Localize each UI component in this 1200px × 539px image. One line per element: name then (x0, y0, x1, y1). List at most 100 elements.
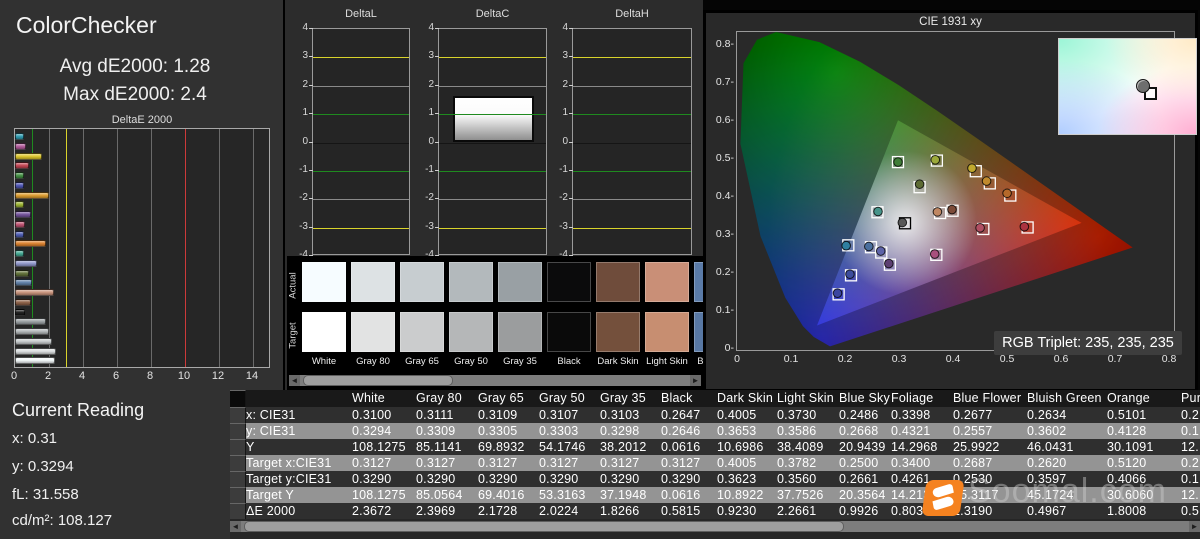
cell-foliage: 14.2131 (891, 488, 938, 502)
swatch-label: Gray 65 (405, 356, 439, 367)
cell-light-skin: 0.3586 (777, 424, 817, 438)
cell-dark-skin: 0.4005 (717, 456, 757, 470)
cell-orange: 0.4128 (1107, 424, 1147, 438)
y-tick-label: 4 (302, 22, 308, 33)
y-tick-mark (435, 84, 439, 86)
y-tick-mark (435, 113, 439, 115)
plot-deltaC (438, 28, 547, 255)
column-header-white: White (352, 391, 385, 405)
swatch-row-label-actual: Actual (287, 272, 299, 299)
cell-black: 0.0616 (661, 488, 701, 502)
column-header-light-skin: Light Skin (777, 391, 834, 405)
row-gutter[interactable] (230, 455, 246, 471)
reading-y: y: 0.3294 (12, 458, 74, 475)
cell-bluish-green: 45.1724 (1027, 488, 1074, 502)
gridline (117, 129, 118, 367)
reference-line (66, 129, 67, 367)
table-scroll-thumb[interactable] (244, 521, 844, 532)
cie-measured-purple (884, 258, 894, 269)
gridline (83, 129, 84, 367)
reference-line (573, 170, 691, 172)
swatch-target-gray-65 (400, 312, 444, 352)
y-tick-mark (309, 56, 313, 58)
current-reading-panel: Current Reading x: 0.31 y: 0.3294 fL: 31… (0, 390, 230, 539)
row-label: Target x:CIE31 (246, 456, 332, 470)
x-tick-label: 0 (10, 370, 18, 382)
cell-bluish-green: 46.0431 (1027, 440, 1074, 454)
table-header-row: White Gray 80 Gray 65 Gray 50 Gray 35 Black Da… (230, 390, 1200, 407)
scroll-right-icon[interactable]: ► (690, 375, 701, 386)
y-tick-mark (309, 28, 313, 29)
deltae-bar-white (15, 357, 56, 365)
cell-orange: 1.8008 (1107, 504, 1147, 518)
row-gutter[interactable] (230, 471, 246, 487)
scroll-left-icon[interactable]: ◄ (289, 375, 300, 386)
cie-measured-purplish-blue (832, 288, 843, 299)
cell-foliage: 0.8037 (891, 504, 931, 518)
y-tick-mark (569, 84, 573, 86)
column-header-dark-skin: Dark Skin (717, 391, 773, 405)
cell-foliage: 0.3398 (891, 408, 931, 422)
cie-y-tick-label: 0.3- (715, 228, 734, 241)
row-gutter[interactable] (230, 423, 246, 439)
x-tick-label: 4 (78, 370, 86, 382)
cie-measured-yellow (967, 163, 977, 173)
swatch-actual-black (547, 262, 591, 302)
reference-line (185, 129, 186, 367)
chart-title-deltaH: DeltaH (615, 8, 649, 20)
current-reading-title: Current Reading (12, 400, 145, 420)
column-header-foliage: Foliage (891, 391, 934, 405)
cell-dark-skin: 10.8922 (717, 488, 764, 502)
y-tick-mark (569, 56, 573, 58)
y-tick-label: 1 (428, 107, 434, 119)
deltac-white-bar (452, 95, 535, 143)
swatch-scrollbar[interactable]: ◄ ► (289, 375, 701, 386)
cie-y-tick-label: 0.2- (715, 266, 734, 279)
cell-blue-flower: 0.2530 (953, 472, 993, 486)
table-row: Target Y 108.1275 85.0564 69.4016 53.3163 37.… (230, 487, 1200, 503)
deltae2000-chart-title: DeltaE 2000 (111, 114, 173, 126)
scroll-right-icon[interactable]: ► (1189, 521, 1200, 532)
row-label: x: CIE31 (246, 408, 296, 422)
cell-black: 0.3290 (661, 472, 701, 486)
reference-line (313, 114, 409, 116)
row-label: Target y:CIE31 (246, 472, 332, 486)
cie-chart-title: CIE 1931 xy (919, 16, 982, 28)
cie-measured-foliage (914, 179, 925, 189)
y-tick-mark (569, 226, 573, 228)
cell-gray-50: 2.0224 (539, 504, 579, 518)
delta-charts-panel: DeltaL 4 3 2 1 0 -1 -2 -3 -4 DeltaC 4 3 2 1 0 -1 -2 -3 -4 De… (283, 0, 703, 392)
cell-foliage: 0.3400 (891, 456, 931, 470)
cie-measured-bluish-green (873, 206, 883, 217)
row-gutter[interactable] (230, 487, 246, 503)
row-gutter[interactable] (230, 439, 246, 455)
row-label: Y (246, 440, 255, 454)
y-tick-label: 2 (302, 78, 308, 90)
deltae-bar-green (15, 172, 25, 179)
deltae-bar-light-skin (15, 289, 54, 296)
column-header-gray-65: Gray 65 (478, 391, 524, 405)
swatch-scroll-thumb[interactable] (303, 375, 453, 386)
y-tick-label: 3 (562, 50, 568, 62)
cell-blue-flower: 1.3190 (953, 504, 993, 518)
row-gutter[interactable] (230, 407, 246, 423)
y-tick-mark (309, 169, 313, 171)
cell-dark-skin: 10.6986 (717, 440, 764, 454)
row-label: y: CIE31 (246, 424, 296, 438)
reference-line (313, 142, 409, 144)
cell-light-skin: 0.3560 (777, 472, 817, 486)
cell-blue-flower: 0.2677 (953, 408, 993, 422)
deltae-bar-red (15, 162, 30, 170)
row-gutter[interactable] (230, 390, 246, 407)
swatch-row-label-target: Target (287, 322, 299, 349)
table-scrollbar[interactable]: ◄ ► (230, 521, 1200, 532)
scroll-left-icon[interactable]: ◄ (230, 521, 241, 532)
reference-line (439, 85, 546, 87)
cell-gray-50: 54.1746 (539, 440, 586, 454)
swatch-label: Gray 35 (503, 356, 537, 367)
y-tick-mark (309, 113, 313, 115)
row-gutter[interactable] (230, 503, 246, 519)
cell-bluish-green: 0.3597 (1027, 472, 1067, 486)
cie-measured-magenta (929, 249, 940, 259)
column-header-blue-flower: Blue Flower (953, 391, 1022, 405)
